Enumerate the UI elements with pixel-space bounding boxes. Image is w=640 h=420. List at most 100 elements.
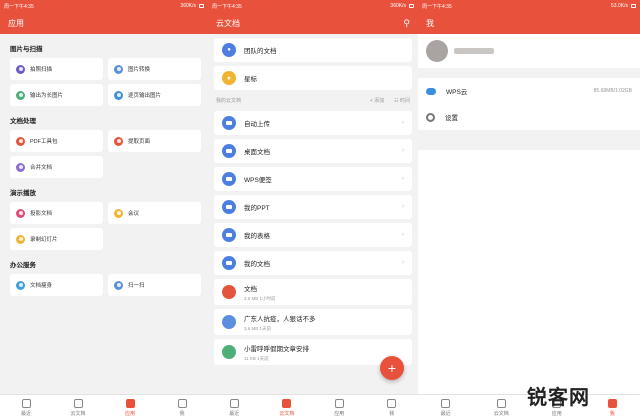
app-tile[interactable]: 提取页面 [108, 130, 201, 152]
file-icon [222, 285, 236, 299]
battery-icon [199, 4, 204, 8]
tab-apps[interactable]: 应用 [104, 395, 156, 420]
file-icon [222, 315, 236, 329]
avatar[interactable] [426, 40, 448, 62]
app-tile[interactable]: 录制幻灯片 [10, 228, 103, 250]
app-label: 输出为长图片 [30, 93, 64, 99]
app-tile[interactable]: 扫一扫 [108, 274, 201, 296]
chevron-right-icon: › [402, 204, 404, 210]
app-tile[interactable]: 文档瘦身 [10, 274, 103, 296]
section-grid: 投影文档 会议录制幻灯片 [0, 202, 208, 250]
app-tile[interactable]: 拍照扫描 [10, 58, 103, 80]
folder-row[interactable]: 我的文档 › [214, 251, 412, 275]
folder-label: 我的PPT [244, 205, 270, 212]
app-tile[interactable]: 输出为长图片 [10, 84, 103, 106]
add-button[interactable]: + 添加 [370, 97, 384, 104]
tab-recent[interactable]: 最近 [208, 395, 261, 420]
app-icon [16, 208, 25, 218]
app-tile[interactable]: 图片转换 [108, 58, 201, 80]
folder-icon [222, 228, 236, 242]
tab-me[interactable]: 我 [585, 395, 640, 420]
bottom-tab-bar: 最近 云文档 应用 我 [0, 394, 208, 420]
apps-body: 图片与扫描 拍照扫描 图片转换 输出为长图片 逐页输出图片 文档处理 PDF工具包 提取页面合… [0, 34, 208, 296]
search-icon[interactable]: ⚲ [403, 18, 410, 29]
app-label: 录制幻灯片 [30, 237, 58, 243]
me-title-bar: 我 [418, 12, 640, 34]
cloud-top-row[interactable]: ● 团队的文档 [214, 38, 412, 62]
empty-area [418, 150, 640, 394]
bottom-tab-bar: 最近 云文档 应用 我 [208, 394, 418, 420]
app-icon [114, 136, 123, 146]
tab-cloud-label: 云文档 [70, 410, 86, 417]
folder-row[interactable]: WPS便签 › [214, 167, 412, 191]
app-icon [114, 208, 123, 218]
cloud-title-bar: 云文档 ⚲ [208, 12, 418, 34]
tab-recent-label: 最近 [20, 410, 31, 417]
wps-cloud-label: WPS云 [446, 89, 468, 96]
sort-time-button[interactable]: ☷ 时间 [394, 97, 410, 104]
app-tile[interactable]: 逐页输出图片 [108, 84, 201, 106]
cloud-top-row[interactable]: ★ 星标 [214, 66, 412, 90]
tab-recent-label: 最近 [229, 410, 240, 417]
status-bar: 周一下午4:35 360K/s [208, 0, 418, 12]
file-row[interactable]: 广东人抗疫，人狠话不多 3.6 MB 1天前 [214, 309, 412, 335]
tab-cloud[interactable]: 云文档 [261, 395, 314, 420]
grid-icon [334, 398, 344, 408]
file-icon [222, 345, 236, 359]
app-tile[interactable]: 合并文档 [10, 156, 103, 178]
app-tile[interactable]: PDF工具包 [10, 130, 103, 152]
apps-screen: 周一下午4:35 360K/s 应用 图片与扫描拍照扫描 图片转换输出为长图片 逐页… [0, 0, 208, 420]
cloud-icon [426, 87, 436, 95]
gear-icon [426, 112, 435, 122]
folder-label: 我的文档 [244, 261, 270, 268]
page-title: 应用 [8, 18, 24, 28]
app-icon [16, 64, 25, 74]
chevron-right-icon: › [402, 148, 404, 154]
app-label: 扫一扫 [128, 283, 145, 289]
app-label: 提取页面 [128, 139, 151, 145]
app-tile[interactable]: 会议 [108, 202, 201, 224]
home-icon [441, 398, 451, 408]
folder-row[interactable]: 我的表格 › [214, 223, 412, 247]
file-meta: 3.6 MB 1天前 [244, 325, 272, 331]
app-label: 合并文档 [30, 165, 53, 171]
app-label: 文档瘦身 [30, 283, 53, 289]
app-icon [16, 136, 25, 146]
my-cloud-label: 我的云文档 [216, 98, 242, 104]
app-icon [16, 90, 25, 100]
settings-row[interactable]: 设置 [418, 104, 640, 130]
chevron-right-icon: › [402, 232, 404, 238]
folder-row[interactable]: 我的PPT › [214, 195, 412, 219]
section-title: 图片与扫描 [10, 46, 43, 53]
section-title: 演示播放 [10, 190, 36, 197]
tab-recent[interactable]: 最近 [0, 395, 52, 420]
app-tile[interactable]: 投影文档 [10, 202, 103, 224]
network-speed: 360K/s [180, 3, 196, 9]
tab-cloud[interactable]: 云文档 [474, 395, 530, 420]
wps-cloud-row[interactable]: WPS云 85.68MB/1.02GB [418, 78, 640, 104]
settings-label: 设置 [445, 115, 458, 122]
app-icon [16, 234, 25, 244]
tab-apps[interactable]: 应用 [313, 395, 366, 420]
tab-cloud[interactable]: 云文档 [52, 395, 104, 420]
tab-cloud-label: 云文档 [279, 410, 295, 417]
status-bar: 周一下午4:35 53.0K/s [418, 0, 640, 12]
cloud-docs-screen: 周一下午4:35 360K/s 云文档 ⚲ ● 团队的文档 ★ 星标 我的云文档 + … [208, 0, 418, 420]
file-row[interactable]: 文档 3.6 MB 1小时前 [214, 279, 412, 305]
chevron-right-icon: › [402, 260, 404, 266]
tab-me[interactable]: 我 [156, 395, 208, 420]
new-document-fab[interactable]: + [380, 356, 404, 380]
tab-recent[interactable]: 最近 [418, 395, 474, 420]
tab-me[interactable]: 我 [366, 395, 419, 420]
folder-row[interactable]: 自动上传 › [214, 111, 412, 135]
cloud-folder-list: 自动上传 › 桌面文档 › WPS便签 › 我的PPT › 我的表格 › 我的文档 › 文档 3.6 MB… [208, 111, 418, 365]
cloud-top-list: ● 团队的文档 ★ 星标 [208, 38, 418, 90]
file-text: 文档 3.6 MB 1小时前 [244, 283, 276, 302]
status-time: 周一下午4:35 [4, 3, 34, 10]
profile-header[interactable] [418, 34, 640, 68]
file-name: 文档 [244, 285, 257, 293]
team-icon: ● [222, 43, 236, 57]
folder-row[interactable]: 桌面文档 › [214, 139, 412, 163]
file-text: 广东人抗疫，人狠话不多 3.6 MB 1天前 [244, 313, 316, 332]
page-title: 我 [426, 18, 434, 28]
